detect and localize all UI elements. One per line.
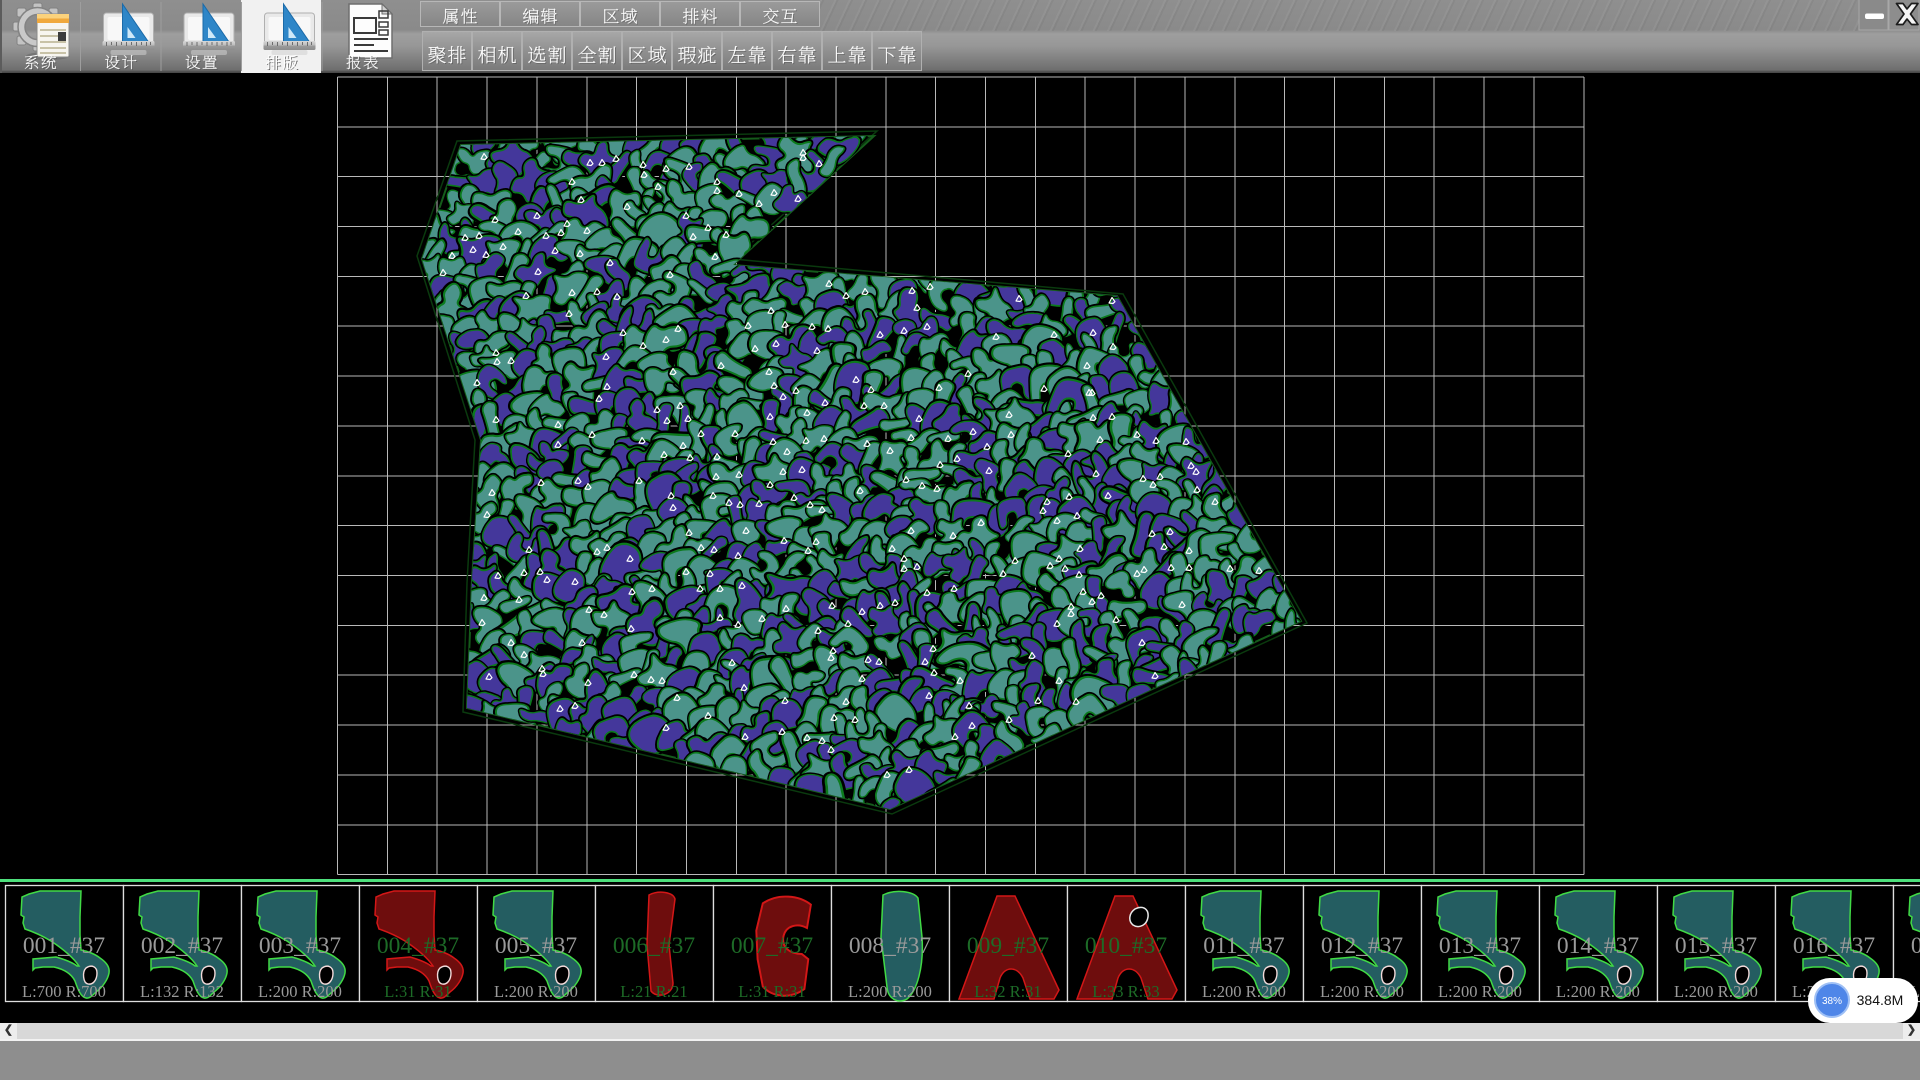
svg-text:005_#37: 005_#37 [495, 933, 578, 959]
svg-text:384.8M: 384.8M [1857, 992, 1904, 1008]
svg-text:L:33 R:33: L:33 R:33 [1092, 982, 1159, 1001]
svg-text:008_#37: 008_#37 [849, 933, 932, 959]
svg-text:L:132 R:132: L:132 R:132 [140, 982, 224, 1001]
svg-text:L:200 R:200: L:200 R:200 [258, 982, 342, 1001]
svg-text:L:200 R:200: L:200 R:200 [1202, 982, 1286, 1001]
svg-text:015_#37: 015_#37 [1675, 933, 1758, 959]
svg-text:L:200 R:200: L:200 R:200 [1556, 982, 1640, 1001]
svg-text:L:21 R:21: L:21 R:21 [620, 982, 687, 1001]
svg-text:L:700 R:700: L:700 R:700 [22, 982, 106, 1001]
svg-text:38%: 38% [1822, 996, 1842, 1007]
svg-text:017_#37: 017_#37 [1911, 933, 1920, 959]
svg-text:004_#37: 004_#37 [377, 933, 460, 959]
svg-text:013_#37: 013_#37 [1439, 933, 1522, 959]
svg-text:L:200 R:200: L:200 R:200 [494, 982, 578, 1001]
svg-text:010_#37: 010_#37 [1085, 933, 1168, 959]
svg-text:L:32 R:31: L:32 R:31 [974, 982, 1041, 1001]
svg-text:002_#37: 002_#37 [141, 933, 224, 959]
svg-text:L:31 R:31: L:31 R:31 [738, 982, 805, 1001]
svg-text:003_#37: 003_#37 [259, 933, 342, 959]
svg-text:007_#37: 007_#37 [731, 933, 814, 959]
svg-text:L:200 R:200: L:200 R:200 [1320, 982, 1404, 1001]
svg-text:006_#37: 006_#37 [613, 933, 696, 959]
svg-text:011_#37: 011_#37 [1203, 933, 1285, 959]
svg-text:014_#37: 014_#37 [1557, 933, 1640, 959]
svg-text:L:31 R:31: L:31 R:31 [384, 982, 451, 1001]
svg-text:L:200 R:200: L:200 R:200 [1438, 982, 1522, 1001]
svg-text:L:200 R:200: L:200 R:200 [848, 982, 932, 1001]
svg-text:L:200 R:200: L:200 R:200 [1674, 982, 1758, 1001]
svg-text:016_#37: 016_#37 [1793, 933, 1876, 959]
svg-text:009_#37: 009_#37 [967, 933, 1050, 959]
svg-text:012_#37: 012_#37 [1321, 933, 1404, 959]
svg-text:001_#37: 001_#37 [23, 933, 106, 959]
